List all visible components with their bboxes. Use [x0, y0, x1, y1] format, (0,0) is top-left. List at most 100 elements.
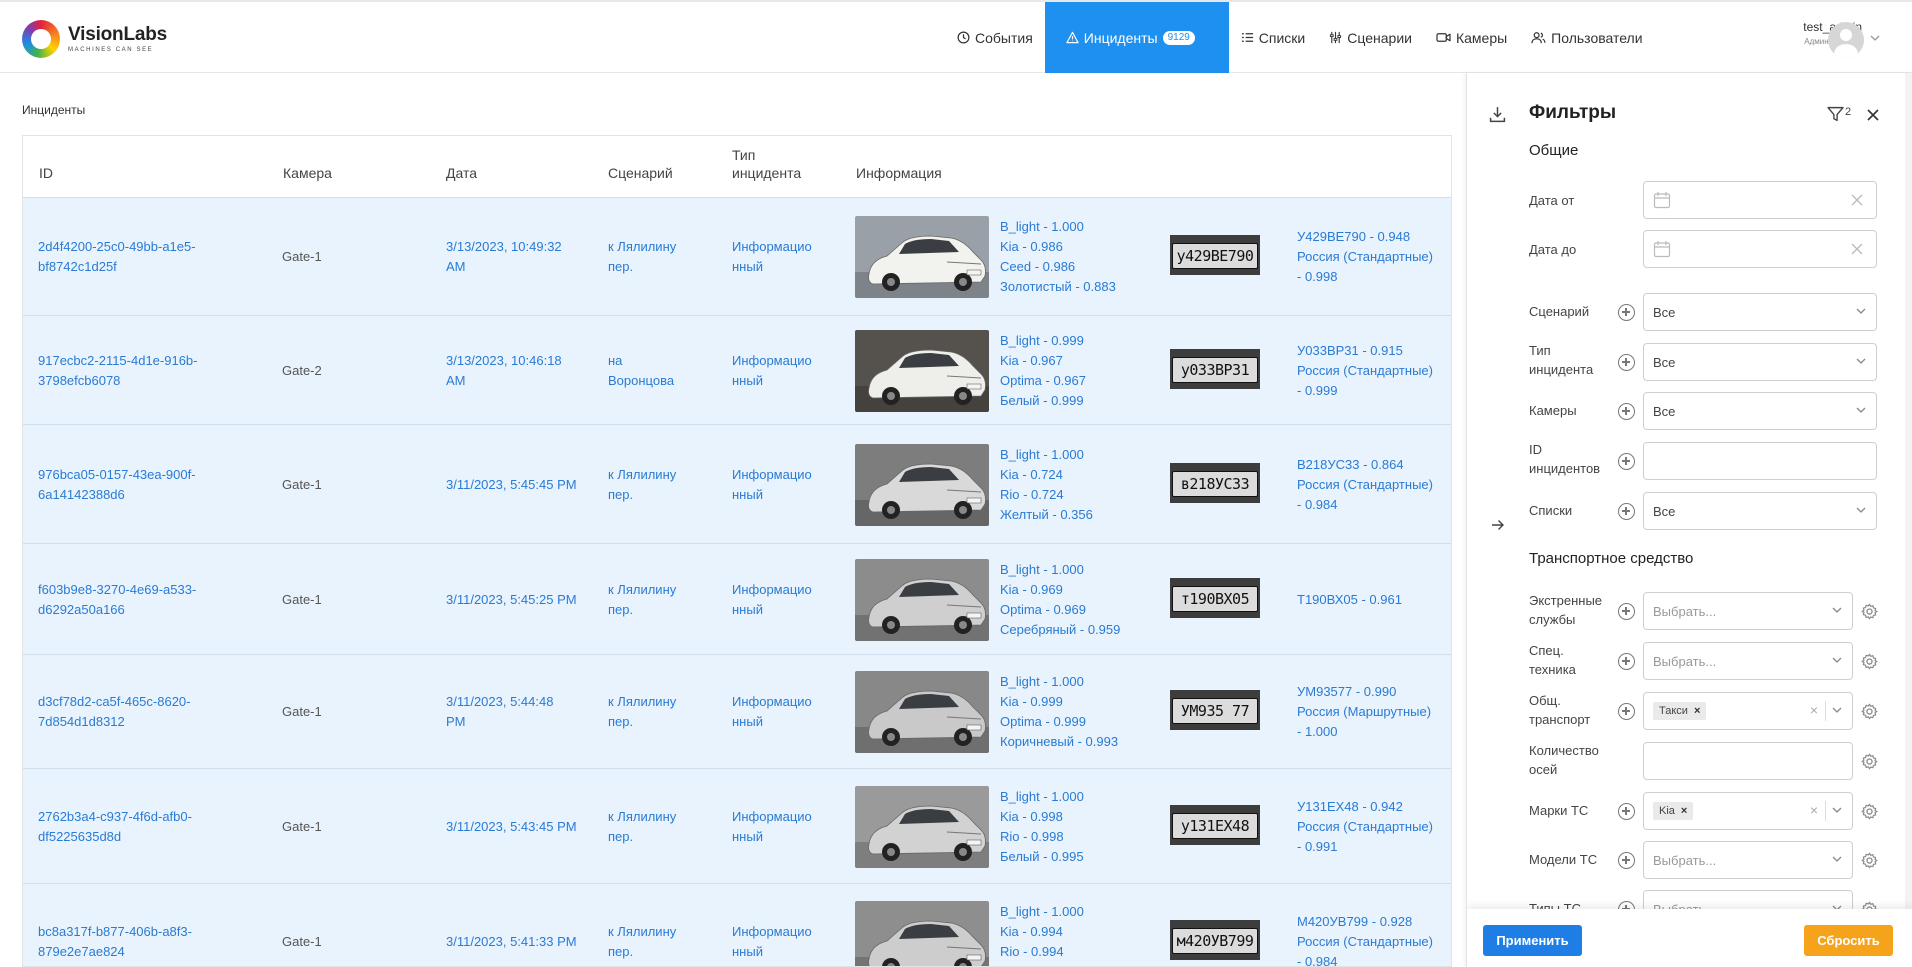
vehicle-thumbnail[interactable] — [855, 785, 989, 868]
clear-icon[interactable]: × — [1810, 702, 1818, 718]
vehicle-thumbnail[interactable] — [855, 443, 989, 526]
scenario-cell[interactable]: к Лялилину пер. — [608, 807, 676, 847]
add-incident-type-icon[interactable] — [1618, 354, 1635, 371]
header-type[interactable]: Тип инцидента — [732, 146, 801, 182]
date-cell[interactable]: 3/13/2023, 10:49:32 AM — [446, 237, 562, 277]
incident-id-link[interactable]: d3cf78d2-ca5f-465c-8620- 7d854d1d8312 — [38, 692, 191, 732]
incident-id-link[interactable]: 976bca05-0157-43ea-900f- 6a14142388d6 — [38, 465, 196, 505]
gear-icon[interactable] — [1861, 703, 1878, 720]
scenario-cell[interactable]: к Лялилину пер. — [608, 692, 676, 732]
date-cell[interactable]: 3/11/2023, 5:43:45 PM — [446, 817, 577, 837]
clear-icon[interactable]: × — [1810, 802, 1818, 818]
clear-date-to-icon[interactable] — [1850, 242, 1864, 256]
license-plate-image[interactable]: у131ЕХ48 — [1170, 804, 1260, 845]
reset-button[interactable]: Сбросить — [1804, 925, 1893, 956]
table-row[interactable]: f603b9e8-3270-4e69-a533- d6292a50a166 Gate… — [23, 544, 1451, 655]
license-plate-image[interactable]: т190ВХ05 — [1170, 577, 1260, 618]
date-cell[interactable]: 3/13/2023, 10:46:18 AM — [446, 351, 562, 391]
date-cell[interactable]: 3/11/2023, 5:41:33 PM — [446, 932, 577, 952]
license-plate-image[interactable]: м420УВ799 — [1170, 919, 1260, 960]
incident-id-link[interactable]: 2762b3a4-c937-4f6d-afb0- df5225635d8d — [38, 807, 192, 847]
table-row[interactable]: bc8a317f-b877-406b-a8f3- 879e2e7ae824 Gate… — [23, 884, 1451, 966]
table-row[interactable]: d3cf78d2-ca5f-465c-8620- 7d854d1d8312 Gate… — [23, 655, 1451, 769]
incident-type-cell[interactable]: Информацио нный — [732, 807, 812, 847]
avatar[interactable] — [1828, 22, 1864, 58]
incident-id-link[interactable]: f603b9e8-3270-4e69-a533- d6292a50a166 — [38, 580, 196, 620]
models-select[interactable]: Выбрать... — [1643, 841, 1853, 879]
nav-users[interactable]: Пользователи — [1519, 2, 1654, 73]
incident-type-cell[interactable]: Информацио нный — [732, 237, 812, 277]
date-cell[interactable]: 3/11/2023, 5:44:48 PM — [446, 692, 553, 732]
date-from-field[interactable] — [1643, 181, 1877, 219]
header-camera[interactable]: Камера — [283, 164, 332, 182]
add-special-icon[interactable] — [1618, 653, 1635, 670]
incident-id-link[interactable]: bc8a317f-b877-406b-a8f3- 879e2e7ae824 — [38, 922, 192, 962]
special-select[interactable]: Выбрать... — [1643, 642, 1853, 680]
incident-ids-input[interactable] — [1643, 442, 1877, 480]
license-plate-image[interactable]: у429ВЕ790 — [1170, 235, 1260, 275]
add-scenario-icon[interactable] — [1618, 304, 1635, 321]
chevron-down-icon[interactable] — [1870, 35, 1880, 41]
cameras-select[interactable]: Все — [1643, 392, 1877, 430]
license-plate-image[interactable]: в218УС33 — [1170, 462, 1260, 503]
incident-type-cell[interactable]: Информацио нный — [732, 580, 812, 620]
header-id[interactable]: ID — [39, 164, 53, 182]
incident-type-cell[interactable]: Информацио нный — [732, 692, 812, 732]
add-emergency-icon[interactable] — [1618, 603, 1635, 620]
vehicle-thumbnail[interactable] — [855, 900, 989, 966]
scenario-cell[interactable]: к Лялилину пер. — [608, 237, 676, 277]
gear-icon[interactable] — [1861, 852, 1878, 869]
axles-input[interactable] — [1643, 742, 1853, 780]
close-icon[interactable] — [1867, 109, 1879, 121]
incident-type-cell[interactable]: Информацио нный — [732, 351, 812, 391]
vehicle-thumbnail[interactable] — [855, 671, 989, 753]
vehicle-thumbnail[interactable] — [855, 558, 989, 641]
incident-type-cell[interactable]: Информацио нный — [732, 465, 812, 505]
scenario-cell[interactable]: на Воронцова — [608, 351, 674, 391]
gear-icon[interactable] — [1861, 603, 1878, 620]
table-row[interactable]: 2762b3a4-c937-4f6d-afb0- df5225635d8d Gate… — [23, 769, 1451, 884]
public-transport-select[interactable]: Такси × × — [1643, 692, 1853, 730]
add-camera-icon[interactable] — [1618, 403, 1635, 420]
incident-id-link[interactable]: 2d4f4200-25c0-49bb-a1e5- bf8742c1d25f — [38, 237, 196, 277]
header-scenario[interactable]: Сценарий — [608, 164, 673, 182]
gear-icon[interactable] — [1861, 653, 1878, 670]
table-row[interactable]: 2d4f4200-25c0-49bb-a1e5- bf8742c1d25f Gate… — [23, 198, 1451, 316]
add-model-icon[interactable] — [1618, 852, 1635, 869]
vehicle-thumbnail[interactable] — [855, 329, 989, 412]
nav-cameras[interactable]: Камеры — [1424, 2, 1519, 73]
logo[interactable]: VisionLabs MACHINES CAN SEE — [22, 20, 167, 58]
table-row[interactable]: 976bca05-0157-43ea-900f- 6a14142388d6 Gate… — [23, 425, 1451, 544]
remove-chip-icon[interactable]: × — [1681, 805, 1687, 817]
vehicle-thumbnail[interactable] — [855, 216, 989, 298]
nav-scenarios[interactable]: Сценарии — [1317, 2, 1424, 73]
incident-type-select[interactable]: Все — [1643, 343, 1877, 381]
scrollbar[interactable] — [1905, 73, 1912, 909]
nav-incidents[interactable]: Инциденты 9129 — [1044, 2, 1229, 73]
table-row[interactable]: 917ecbc2-2115-4d1e-916b- 3798efcb6078 Gate… — [23, 316, 1451, 425]
license-plate-image[interactable]: УМ935 77 — [1170, 690, 1260, 730]
incident-id-link[interactable]: 917ecbc2-2115-4d1e-916b- 3798efcb6078 — [38, 351, 198, 391]
add-brand-icon[interactable] — [1618, 803, 1635, 820]
remove-chip-icon[interactable]: × — [1694, 705, 1700, 717]
clear-date-from-icon[interactable] — [1850, 193, 1864, 207]
header-date[interactable]: Дата — [446, 164, 477, 182]
gear-icon[interactable] — [1861, 803, 1878, 820]
incident-type-cell[interactable]: Информацио нный — [732, 922, 812, 962]
scenario-select[interactable]: Все — [1643, 293, 1877, 331]
gear-icon[interactable] — [1861, 753, 1878, 770]
emergency-select[interactable]: Выбрать... — [1643, 592, 1853, 630]
brands-select[interactable]: Kia × × — [1643, 792, 1853, 830]
date-cell[interactable]: 3/11/2023, 5:45:25 PM — [446, 590, 577, 610]
apply-button[interactable]: Применить — [1483, 925, 1582, 956]
nav-lists[interactable]: Списки — [1229, 2, 1317, 73]
scenario-cell[interactable]: к Лялилину пер. — [608, 580, 676, 620]
scenario-cell[interactable]: к Лялилину пер. — [608, 922, 676, 962]
download-icon[interactable] — [1489, 106, 1506, 123]
scenario-cell[interactable]: к Лялилину пер. — [608, 465, 676, 505]
date-to-field[interactable] — [1643, 230, 1877, 268]
nav-events[interactable]: События — [945, 2, 1045, 73]
date-cell[interactable]: 3/11/2023, 5:45:45 PM — [446, 475, 577, 495]
add-list-icon[interactable] — [1618, 503, 1635, 520]
arrow-right-icon[interactable] — [1491, 519, 1505, 531]
